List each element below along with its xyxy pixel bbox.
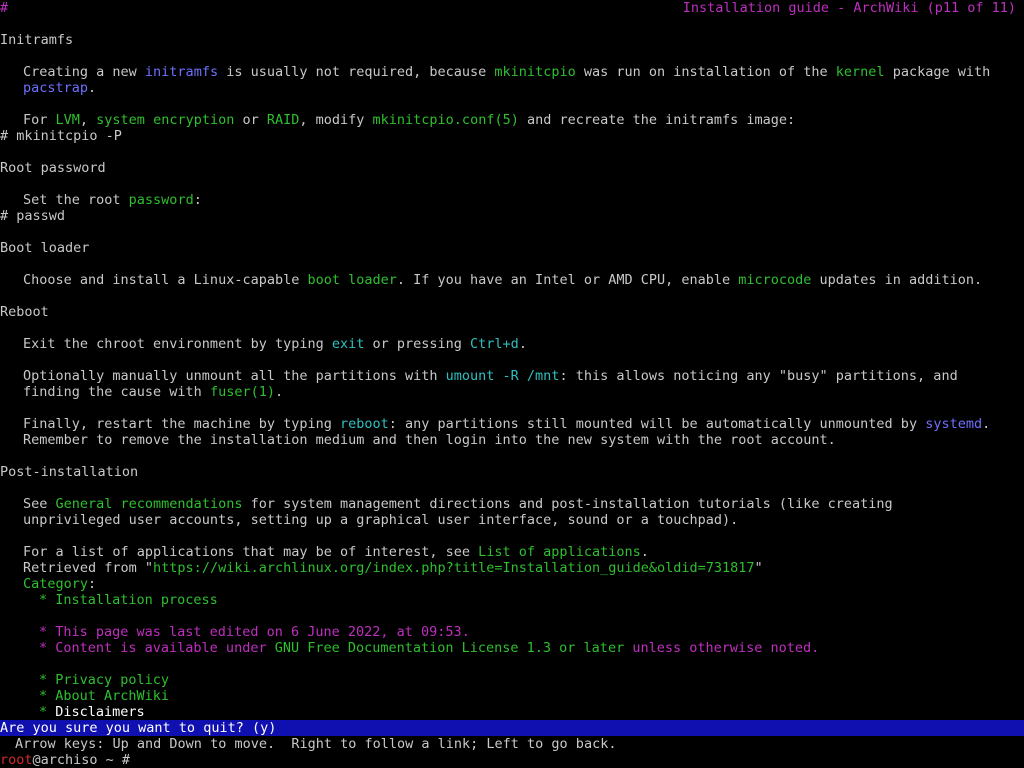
- link-raid[interactable]: RAID: [267, 112, 300, 128]
- text: package with: [884, 64, 991, 80]
- link-retrieved-url[interactable]: https://wiki.archlinux.org/index.php?tit…: [153, 560, 754, 576]
- text: is usually not required, because: [218, 64, 495, 80]
- heading-root-password: Root password: [0, 160, 106, 176]
- text: for system management directions and pos…: [242, 496, 893, 512]
- post-install-paragraph-1-cont: unprivileged user accounts, setting up a…: [23, 512, 739, 528]
- heading-boot-loader: Boot loader: [0, 240, 90, 256]
- prompt-user: root: [0, 752, 33, 768]
- title-bar: # Installation guide - ArchWiki (p11 of …: [0, 0, 1024, 16]
- link-mkinitcpio[interactable]: mkinitcpio: [494, 64, 575, 80]
- link-lvm[interactable]: LVM: [56, 112, 80, 128]
- quit-confirmation-bar[interactable]: Are you sure you want to quit? (y): [0, 720, 1024, 736]
- footer-link-about-archwiki[interactable]: * About ArchWiki: [39, 688, 169, 704]
- text: :: [193, 192, 202, 208]
- link-umount[interactable]: umount -R /mnt: [446, 368, 560, 384]
- link-systemd[interactable]: systemd: [925, 416, 982, 432]
- text: , modify: [299, 112, 373, 128]
- text: ": [754, 560, 763, 576]
- link-mkinitcpio-conf[interactable]: mkinitcpio.conf(5): [373, 112, 519, 128]
- category-item-installation-process[interactable]: * Installation process: [39, 592, 218, 608]
- retrieved-from: Retrieved from "https://wiki.archlinux.o…: [23, 560, 763, 576]
- heading-initramfs: Initramfs: [0, 32, 74, 48]
- link-general-recommendations[interactable]: General recommendations: [56, 496, 243, 512]
- footer-link-disclaimers-row: * Disclaimers: [39, 704, 145, 720]
- text: .: [518, 336, 527, 352]
- text: was run on installation of the: [575, 64, 836, 80]
- text: Choose and install a Linux-capable: [23, 272, 308, 288]
- last-edited: * This page was last edited on 6 June 20…: [39, 624, 470, 640]
- link-ctrl-d[interactable]: Ctrl+d: [470, 336, 519, 352]
- shell-prompt[interactable]: root@archiso ~ #: [0, 752, 130, 768]
- reboot-paragraph-3-cont: Remember to remove the installation medi…: [23, 432, 836, 448]
- text: or pressing: [364, 336, 471, 352]
- reboot-paragraph-2-cont: finding the cause with fuser(1).: [23, 384, 283, 400]
- initramfs-paragraph-1: Creating a new initramfs is usually not …: [23, 64, 990, 80]
- link-kernel[interactable]: kernel: [836, 64, 885, 80]
- link-pacstrap[interactable]: pacstrap: [23, 80, 88, 96]
- command-passwd: # passwd: [0, 208, 66, 224]
- text: Set the root: [23, 192, 129, 208]
- footer-link-privacy-policy[interactable]: * Privacy policy: [39, 672, 169, 688]
- post-install-paragraph-2: For a list of applications that may be o…: [23, 544, 649, 560]
- link-initramfs[interactable]: initramfs: [145, 64, 218, 80]
- text: . If you have an Intel or AMD CPU, enabl…: [396, 272, 739, 288]
- text: finding the cause with: [23, 384, 210, 400]
- link-exit[interactable]: exit: [332, 336, 365, 352]
- terminal[interactable]: # Installation guide - ArchWiki (p11 of …: [0, 0, 1024, 768]
- bullet: *: [39, 704, 56, 720]
- reboot-paragraph-3: Finally, restart the machine by typing r…: [23, 416, 990, 432]
- footer-link-disclaimers[interactable]: Disclaimers: [55, 704, 144, 720]
- reboot-paragraph-2: Optionally manually unmount all the part…: [23, 368, 958, 384]
- boot-loader-paragraph: Choose and install a Linux-capable boot …: [23, 272, 982, 288]
- initramfs-paragraph-1-cont: pacstrap.: [23, 80, 96, 96]
- text: .: [640, 544, 649, 560]
- navigation-hint: Arrow keys: Up and Down to move. Right t…: [15, 736, 617, 752]
- post-install-paragraph-1: See General recommendations for system m…: [23, 496, 893, 512]
- text: Optionally manually unmount all the part…: [23, 368, 446, 384]
- link-list-of-applications[interactable]: List of applications: [478, 544, 641, 560]
- text: For: [23, 112, 56, 128]
- link-gfdl[interactable]: GNU Free Documentation License 1.3 or la…: [275, 640, 625, 656]
- root-password-paragraph: Set the root password:: [23, 192, 202, 208]
- reboot-paragraph-1: Exit the chroot environment by typing ex…: [23, 336, 527, 352]
- page-title: Installation guide - ArchWiki (p11 of 11…: [682, 0, 1016, 16]
- license-line: * Content is available under GNU Free Do…: [39, 640, 819, 656]
- text: Exit the chroot environment by typing: [23, 336, 332, 352]
- link-password[interactable]: password: [129, 192, 194, 208]
- text: See: [23, 496, 56, 512]
- heading-reboot: Reboot: [0, 304, 49, 320]
- text: Creating a new: [23, 64, 145, 80]
- link-fuser[interactable]: fuser(1): [210, 384, 275, 400]
- text: unless otherwise noted.: [624, 640, 820, 656]
- command-mkinitcpio: # mkinitcpio -P: [0, 128, 122, 144]
- text: and recreate the initramfs image:: [518, 112, 796, 128]
- prompt-host: @archiso ~ #: [32, 752, 131, 768]
- text: ,: [79, 112, 97, 128]
- heading-post-installation: Post-installation: [0, 464, 139, 480]
- text: : this allows noticing any "busy" partit…: [559, 368, 958, 384]
- title-hash: #: [0, 0, 9, 16]
- text: Retrieved from ": [23, 560, 154, 576]
- text: For a list of applications that may be o…: [23, 544, 479, 560]
- link-system-encryption[interactable]: system encryption: [96, 112, 234, 128]
- category-line: Category:: [23, 576, 96, 592]
- text: or: [234, 112, 267, 128]
- link-boot-loader[interactable]: boot loader: [307, 272, 396, 288]
- link-category[interactable]: Category: [23, 576, 88, 592]
- link-microcode[interactable]: microcode: [738, 272, 811, 288]
- text: * Content is available under: [39, 640, 275, 656]
- text: updates in addition.: [811, 272, 983, 288]
- initramfs-paragraph-2: For LVM, system encryption or RAID, modi…: [23, 112, 795, 128]
- text: .: [274, 384, 284, 400]
- text: .: [88, 80, 97, 96]
- text: : any partitions still mounted will be a…: [388, 416, 926, 432]
- text: Finally, restart the machine by typing: [23, 416, 340, 432]
- link-reboot[interactable]: reboot: [340, 416, 389, 432]
- text: :: [88, 576, 97, 592]
- text: .: [982, 416, 991, 432]
